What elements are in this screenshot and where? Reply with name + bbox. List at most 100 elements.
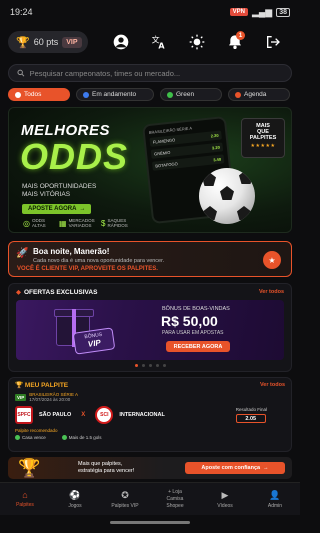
sao-paulo-crest-icon: SPFC [15,406,33,424]
match-info: BRASILEIRÃO SÉRIE A 17/07/2024 às 20:00 [29,392,78,402]
star-icon: ★ [268,255,276,265]
hero-cta-button[interactable]: APOSTE AGORA → [22,204,92,214]
check-icon [61,435,67,440]
nav-label: + Loja [168,488,182,495]
bottom-navigation: ⌂ Palpites ⚽ Jogos ✪ Palpites VIP + Loja… [0,482,300,515]
vip-star-icon: ✪ [121,489,129,500]
points-chip[interactable]: 🏆 60 pts VIP [8,31,88,53]
arrow-right-icon: → [79,206,86,212]
user-circle-icon [113,34,129,50]
my-tip-card[interactable]: 🏆 MEU PALPITE Ver todos VIP BRASILEIRÃO … [8,377,292,452]
feature-mercados: ▦ MERCADOS VARIADOS [59,218,95,228]
trophy-cup-icon: 🏆 [18,458,41,478]
vip-notice: VOCÊ É CLIENTE VIP, APROVEITE OS PALPITE… [17,266,158,272]
nav-palpites-vip[interactable]: ✪ Palpites VIP [100,483,150,515]
my-tip-title: 🏆 MEU PALPITE [15,382,69,389]
my-tip-see-all-link[interactable]: Ver todos [260,382,285,388]
carousel-dot[interactable] [162,364,166,367]
live-dot-icon [83,91,89,98]
soccer-ball-image [199,168,255,224]
trophy-icon: 🏆 [15,382,25,389]
recommended-label: Palpite recomendado [15,428,58,433]
search-input[interactable] [29,68,283,78]
trophy-icon: 🏆 [16,36,30,49]
offers-header: ◆ OFERTAS EXCLUSIVAS Ver todos [9,284,291,300]
greeting-title: Boa noite, Manerão! [33,247,110,256]
internacional-crest-icon: SCI [95,406,114,424]
search-bar[interactable] [8,64,292,82]
offers-title: ◆ OFERTAS EXCLUSIVAS [16,288,98,297]
receive-now-button[interactable]: RECEBER AGORA [166,341,230,352]
points-label: 60 pts [33,37,59,47]
nav-loja-shopee[interactable]: + Loja Camisa Shopee [150,483,200,515]
tab-em-andamento[interactable]: Em andamento [76,88,154,101]
search-icon [17,69,25,77]
carousel-dot[interactable] [141,364,145,367]
hero-subtitle-line: MAIS VITÓRIAS [22,191,71,198]
header-actions: 文A 1 [102,28,292,56]
greeting-text: Cada novo dia é uma nova oportunidade pa… [33,258,165,264]
versus-label: X [81,412,86,418]
carousel-dot[interactable] [134,364,138,367]
tab-agenda[interactable]: Agenda [228,88,290,101]
hero-subtitle: MAIS OPORTUNIDADES MAIS VITÓRIAS [22,183,122,199]
home-icon: ⌂ [22,490,28,500]
carousel-dot[interactable] [148,364,152,367]
hero-badge: MAIS QUE PALPITES ★★★★★ [241,118,285,158]
green-dot-icon [167,91,173,98]
nav-label: Shopee [166,502,184,509]
bonus-amount: R$ 50,00 [161,313,218,329]
check-icon [15,435,20,440]
filter-tabs: Todos Em andamento Green Agenda [8,88,292,101]
home-indicator[interactable] [110,521,190,524]
nav-admin[interactable]: 👤 Admin [250,483,300,515]
carousel-dots[interactable] [9,360,291,371]
svg-text:A: A [158,42,165,50]
nav-jogos[interactable]: ⚽ Jogos [50,483,100,515]
tab-todos[interactable]: Todos [8,88,70,101]
battery-icon: 38 [276,7,290,17]
money-icon: $ [101,218,106,228]
result-label: Resultado Final [235,407,267,412]
status-bar: 19:24 VPN ▂▄▆ 38 [0,0,300,24]
profile-button[interactable] [102,28,140,56]
welcome-bonus-banner[interactable]: BÔNUS VIP BÔNUS DE BOAS-VINDAS R$ 50,00 … [16,300,284,360]
admin-user-icon: 👤 [269,489,281,500]
bonus-label: BÔNUS DE BOAS-VINDAS [162,306,230,312]
theme-toggle-button[interactable] [178,28,216,56]
nav-label: Palpites [16,502,34,508]
bonus-usage: PARA USAR EM APOSTAS [162,330,224,336]
feature-label: MERCADOS VARIADOS [68,218,95,228]
translate-button[interactable]: 文A [140,28,178,56]
tab-label: Todos [24,91,42,98]
vip-star-button[interactable]: ★ [263,251,281,269]
notifications-button[interactable]: 1 [216,28,254,56]
nav-palpites[interactable]: ⌂ Palpites [0,483,50,515]
feature-label: ODDS ALTAS [31,218,46,228]
hero-banner[interactable]: MELHORES ODDS MAIS OPORTUNIDADES MAIS VI… [8,107,292,233]
offers-see-all-link[interactable]: Ver todos [259,289,284,295]
match-date: 17/07/2024 às 20:00 [29,397,71,402]
app-header: 🏆 60 pts VIP 文A 1 [0,24,300,60]
nav-label: Camisa [166,495,184,502]
gift-icon: ◆ [16,289,21,296]
logout-button[interactable] [254,28,292,56]
greeting-card: 🚀 Boa noite, Manerão! Cada novo dia é um… [8,241,292,277]
my-tip-header: 🏆 MEU PALPITE Ver todos [15,381,285,389]
badge-line: PALPITES [249,135,277,141]
vip-chip: VIP [62,36,82,48]
bet-with-confidence-button[interactable]: Aposte com confiança → [185,462,285,474]
nav-videos[interactable]: ▶ Vídeos [200,483,250,515]
feature-odds-altas: ◎ ODDS ALTAS [23,218,46,228]
feature-saques: $ SAQUES RÁPIDOS [101,218,128,228]
hero-cta-label: APOSTE AGORA [28,206,77,212]
arrow-right-icon: → [263,465,269,471]
away-team-name: INTERNACIONAL [119,412,165,418]
vip-bonus-tag: BÔNUS VIP [72,327,116,355]
sun-icon [189,34,205,50]
carousel-dot[interactable] [155,364,159,367]
promo-text: Mais que palpites, estratégia para vence… [78,461,134,475]
promo-line: Mais que palpites, [78,461,123,467]
match-meta: VIP BRASILEIRÃO SÉRIE A 17/07/2024 às 20… [15,392,285,402]
tab-green[interactable]: Green [160,88,222,101]
